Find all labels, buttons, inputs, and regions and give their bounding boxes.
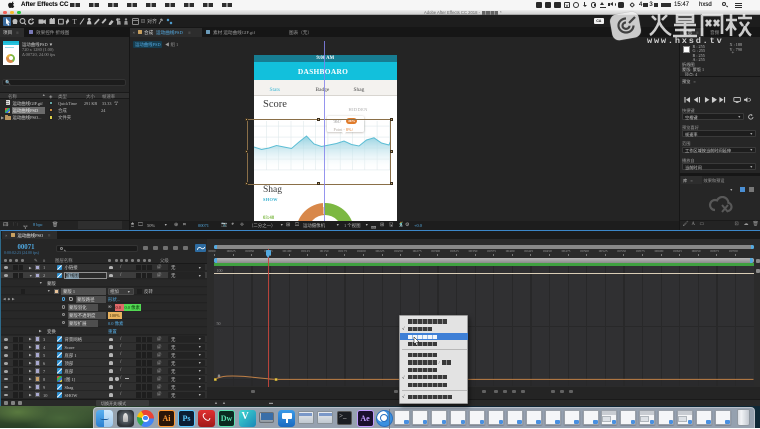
svg-text:T: T: [73, 18, 78, 25]
